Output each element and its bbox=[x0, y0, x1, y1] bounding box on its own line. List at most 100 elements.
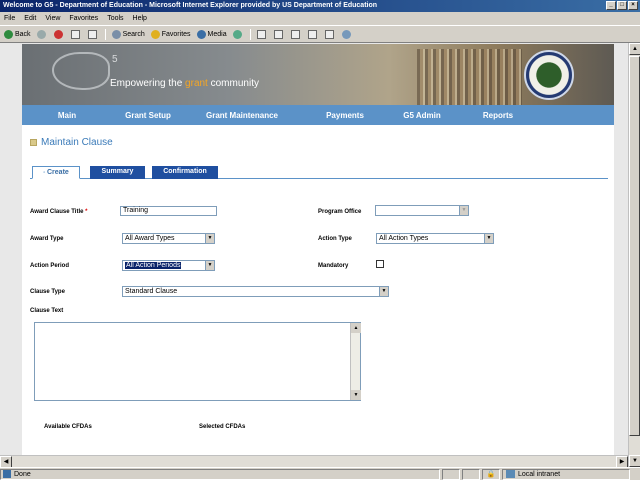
chevron-down-icon: ▼ bbox=[379, 287, 388, 296]
intranet-icon bbox=[506, 470, 515, 478]
nav-reports[interactable]: Reports bbox=[454, 111, 542, 120]
status-panel bbox=[442, 468, 460, 480]
page-content: 5 Empowering the grant community Main Gr… bbox=[22, 44, 614, 467]
messenger-icon bbox=[341, 29, 351, 39]
media-button[interactable]: Media bbox=[196, 29, 227, 39]
media-icon bbox=[196, 29, 206, 39]
nav-g5-admin[interactable]: G5 Admin bbox=[390, 111, 454, 120]
favorites-button[interactable]: Favorites bbox=[150, 29, 191, 39]
page-horizontal-scrollbar[interactable]: ◀ ▶ bbox=[0, 455, 628, 468]
minimize-button[interactable]: _ bbox=[606, 1, 616, 10]
menu-view[interactable]: View bbox=[45, 15, 60, 22]
back-button[interactable]: Back bbox=[4, 29, 31, 39]
refresh-button[interactable] bbox=[70, 29, 82, 39]
nav-main[interactable]: Main bbox=[22, 111, 112, 120]
toolbar-separator bbox=[249, 28, 251, 40]
lock-icon: 🔒 bbox=[482, 468, 500, 480]
selected-cfdas-label: Selected CFDAs bbox=[199, 424, 246, 430]
edit-icon bbox=[290, 29, 300, 39]
banner-tagline: Empowering the grant community bbox=[110, 78, 259, 89]
menu-help[interactable]: Help bbox=[133, 15, 147, 22]
mail-button[interactable] bbox=[256, 29, 268, 39]
menu-file[interactable]: File bbox=[4, 15, 15, 22]
award-type-select[interactable]: All Award Types ▼ bbox=[122, 233, 215, 244]
page-vertical-scrollbar[interactable]: ▲ ▼ bbox=[628, 43, 640, 467]
status-text-panel: Done bbox=[0, 468, 440, 480]
star-icon bbox=[150, 29, 160, 39]
close-button[interactable]: × bbox=[628, 1, 638, 10]
research-icon bbox=[324, 29, 334, 39]
chevron-down-icon: ▼ bbox=[205, 261, 214, 270]
search-button[interactable]: Search bbox=[111, 29, 145, 39]
mandatory-label: Mandatory bbox=[318, 263, 349, 269]
menu-edit[interactable]: Edit bbox=[24, 15, 36, 22]
award-clause-title-label: Award Clause Title * bbox=[30, 209, 88, 215]
action-period-label: Action Period bbox=[30, 263, 70, 269]
edit-button[interactable] bbox=[290, 29, 302, 39]
page-title: Maintain Clause bbox=[30, 137, 113, 148]
home-button[interactable] bbox=[87, 29, 99, 39]
action-type-label: Action Type bbox=[318, 236, 352, 242]
mail-icon bbox=[256, 29, 266, 39]
tab-create[interactable]: ▫ Create bbox=[32, 166, 80, 179]
status-bar: Done 🔒 Local intranet bbox=[0, 467, 640, 480]
chevron-down-icon: ▼ bbox=[484, 234, 493, 243]
clause-text-textarea[interactable]: ▲ ▼ bbox=[34, 322, 361, 401]
discuss-icon bbox=[307, 29, 317, 39]
nav-grant-setup[interactable]: Grant Setup bbox=[112, 111, 184, 120]
textarea-scrollbar[interactable]: ▲ ▼ bbox=[350, 323, 361, 400]
clause-type-select[interactable]: Standard Clause ▼ bbox=[122, 286, 389, 297]
print-button[interactable] bbox=[273, 29, 285, 39]
forward-arrow-icon bbox=[36, 29, 46, 39]
action-period-select[interactable]: All Action Periods ▼ bbox=[122, 260, 215, 271]
printer-icon bbox=[273, 29, 283, 39]
history-button[interactable] bbox=[232, 29, 244, 39]
research-button[interactable] bbox=[324, 29, 336, 39]
menu-bar: File Edit View Favorites Tools Help bbox=[0, 12, 640, 26]
chevron-down-icon: ▼ bbox=[205, 234, 214, 243]
available-cfdas-label: Available CFDAs bbox=[44, 424, 92, 430]
program-office-label: Program Office bbox=[318, 209, 362, 215]
scroll-thumb[interactable] bbox=[629, 56, 640, 436]
page-done-icon bbox=[3, 470, 11, 478]
browser-toolbar: Back Search Favorites Media bbox=[0, 26, 640, 43]
g5-logo-swoosh bbox=[52, 52, 110, 90]
window-title-bar: Welcome to G5 - Department of Education … bbox=[0, 0, 640, 12]
main-navigation: Main Grant Setup Grant Maintenance Payme… bbox=[22, 105, 614, 125]
window-title: Welcome to G5 - Department of Education … bbox=[3, 2, 378, 9]
clause-type-label: Clause Type bbox=[30, 289, 65, 295]
menu-favorites[interactable]: Favorites bbox=[69, 15, 98, 22]
scroll-down-arrow-icon[interactable]: ▼ bbox=[629, 455, 640, 467]
award-clause-title-input[interactable]: Training bbox=[120, 206, 217, 216]
home-icon bbox=[87, 29, 97, 39]
menu-tools[interactable]: Tools bbox=[107, 15, 123, 22]
g5-logo-number: 5 bbox=[112, 54, 118, 65]
scroll-up-arrow-icon[interactable]: ▲ bbox=[351, 323, 361, 333]
toolbar-separator bbox=[104, 28, 106, 40]
forward-button[interactable] bbox=[36, 29, 48, 39]
award-type-label: Award Type bbox=[30, 236, 64, 242]
scroll-down-arrow-icon[interactable]: ▼ bbox=[351, 390, 361, 400]
nav-grant-maintenance[interactable]: Grant Maintenance bbox=[184, 111, 300, 120]
stop-button[interactable] bbox=[53, 29, 65, 39]
messenger-button[interactable] bbox=[341, 29, 353, 39]
department-of-education-seal bbox=[524, 50, 574, 100]
mandatory-checkbox[interactable] bbox=[376, 260, 384, 268]
scroll-up-arrow-icon[interactable]: ▲ bbox=[629, 43, 640, 55]
refresh-icon bbox=[70, 29, 80, 39]
status-panel bbox=[462, 468, 480, 480]
action-type-select[interactable]: All Action Types ▼ bbox=[376, 233, 494, 244]
nav-payments[interactable]: Payments bbox=[300, 111, 390, 120]
discuss-button[interactable] bbox=[307, 29, 319, 39]
form-tabs: ▫ Create Summary Confirmation bbox=[30, 166, 608, 179]
back-arrow-icon bbox=[4, 29, 13, 39]
program-office-select[interactable]: ▼ bbox=[375, 205, 469, 216]
chevron-down-icon: ▼ bbox=[459, 206, 468, 215]
library-shelves-image bbox=[417, 49, 522, 105]
stop-icon bbox=[53, 29, 63, 39]
tab-confirmation[interactable]: Confirmation bbox=[152, 166, 218, 179]
title-bullet-icon bbox=[30, 139, 37, 146]
clause-text-label: Clause Text bbox=[30, 308, 64, 314]
tab-summary[interactable]: Summary bbox=[90, 166, 145, 179]
maximize-button[interactable]: □ bbox=[617, 1, 627, 10]
